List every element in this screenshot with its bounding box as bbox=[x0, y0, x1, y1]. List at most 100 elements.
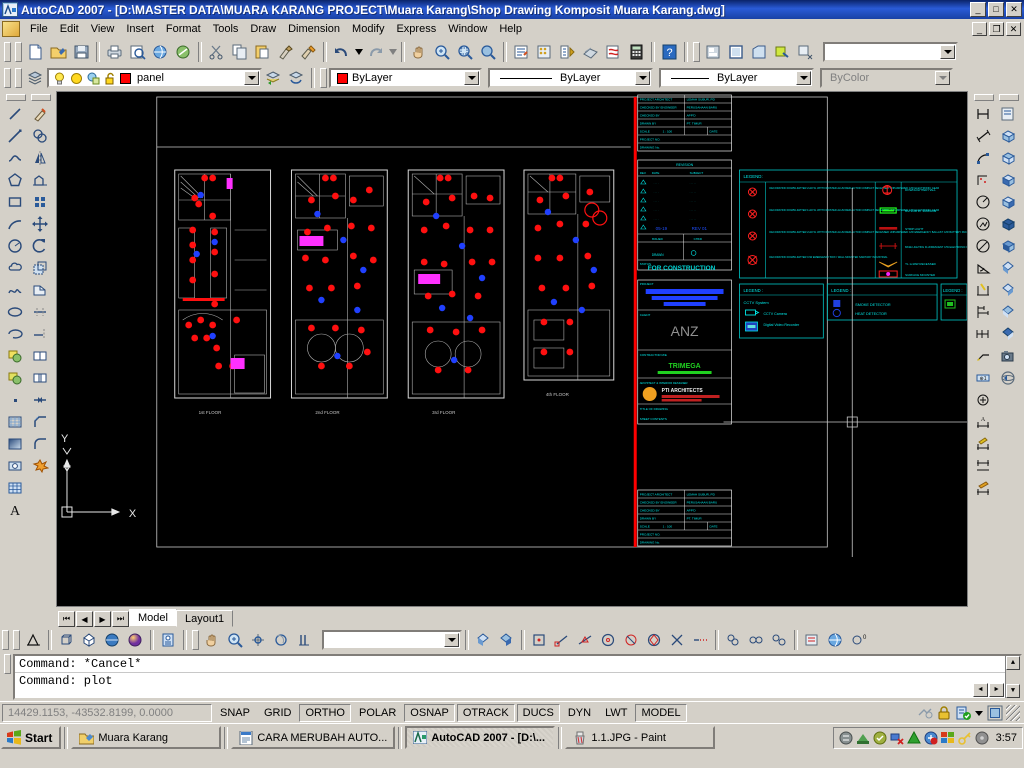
break-at-point-icon[interactable] bbox=[29, 345, 52, 367]
lwt-toggle[interactable]: LWT bbox=[599, 704, 633, 722]
designcenter-icon[interactable] bbox=[533, 41, 556, 63]
scroll-left-button[interactable]: ◄ bbox=[973, 683, 988, 697]
mirror-icon[interactable] bbox=[29, 147, 52, 169]
markup-set-icon[interactable] bbox=[602, 41, 625, 63]
osnap-none-icon[interactable]: 0 bbox=[847, 629, 870, 651]
grid-toggle[interactable]: GRID bbox=[258, 704, 298, 722]
tray-dropdown-icon[interactable] bbox=[974, 705, 984, 721]
toolbar-grip[interactable] bbox=[6, 94, 26, 101]
multiline-text-icon[interactable]: A bbox=[4, 499, 27, 521]
bottom-view-icon[interactable] bbox=[997, 147, 1020, 169]
aligned-dimension-icon[interactable] bbox=[972, 125, 995, 147]
mdi-restore-button[interactable]: ❐ bbox=[989, 22, 1004, 36]
toolbar-lock-icon[interactable] bbox=[955, 705, 971, 721]
flat-shaded-icon[interactable] bbox=[101, 629, 124, 651]
trim-icon[interactable] bbox=[29, 301, 52, 323]
viewport-scale-icon[interactable] bbox=[794, 41, 817, 63]
menu-tools[interactable]: Tools bbox=[207, 21, 245, 37]
polyline-icon[interactable] bbox=[4, 147, 27, 169]
taskbar-clock[interactable]: 3:57 bbox=[996, 732, 1017, 744]
scroll-down-button[interactable]: ▼ bbox=[1006, 684, 1020, 698]
close-button[interactable]: ✕ bbox=[1006, 2, 1022, 17]
erase-icon[interactable] bbox=[29, 103, 52, 125]
right-view-icon[interactable] bbox=[997, 191, 1020, 213]
copy-icon[interactable] bbox=[228, 41, 251, 63]
3d-box-icon[interactable] bbox=[495, 629, 518, 651]
gradient-icon[interactable] bbox=[4, 433, 27, 455]
3d-wireframe-icon[interactable] bbox=[55, 629, 78, 651]
dyn-toggle[interactable]: DYN bbox=[562, 704, 597, 722]
lineweight-combo[interactable]: ByLayer bbox=[659, 68, 814, 88]
menu-draw[interactable]: Draw bbox=[244, 21, 282, 37]
model-toggle[interactable]: MODEL bbox=[635, 704, 686, 722]
resize-grip[interactable] bbox=[1006, 705, 1020, 721]
circle-icon[interactable] bbox=[4, 235, 27, 257]
join-icon[interactable] bbox=[29, 389, 52, 411]
zoom-window-icon[interactable] bbox=[247, 629, 270, 651]
start-button[interactable]: Start bbox=[1, 726, 61, 749]
toolbar-grip[interactable] bbox=[4, 68, 11, 88]
top-view-icon[interactable] bbox=[997, 125, 1020, 147]
command-history[interactable]: Command: *Cancel* Command: plot ▲ ▼ ◄ ► bbox=[13, 654, 1022, 700]
viewport-polygonal-icon[interactable] bbox=[748, 41, 771, 63]
chevron-down-icon[interactable] bbox=[635, 71, 650, 85]
clean-screen-icon[interactable] bbox=[987, 705, 1003, 721]
redo-dropdown-icon[interactable] bbox=[387, 41, 398, 63]
center-snap-icon[interactable] bbox=[597, 629, 620, 651]
taskbar-item-autocad[interactable]: AutoCAD 2007 - [D:\... bbox=[405, 726, 555, 749]
layer-combo[interactable]: panel bbox=[47, 68, 262, 88]
snap-toggle[interactable]: SNAP bbox=[214, 704, 256, 722]
drawing-canvas[interactable]: 1st FLOOR bbox=[56, 91, 968, 607]
back-view-icon[interactable] bbox=[997, 235, 1020, 257]
fillet-icon[interactable] bbox=[29, 433, 52, 455]
color-combo[interactable]: ByLayer bbox=[329, 68, 482, 88]
scale-icon[interactable] bbox=[29, 257, 52, 279]
toolbar-grip[interactable] bbox=[192, 630, 199, 650]
menu-help[interactable]: Help bbox=[493, 21, 528, 37]
linear-dimension-icon[interactable] bbox=[972, 103, 995, 125]
zoom-realtime-icon[interactable] bbox=[224, 629, 247, 651]
scroll-up-button[interactable]: ▲ bbox=[1006, 656, 1020, 670]
publish-icon[interactable] bbox=[149, 41, 172, 63]
menu-file[interactable]: File bbox=[24, 21, 54, 37]
rectangle-icon[interactable] bbox=[4, 191, 27, 213]
taskbar-item-muara-karang[interactable]: Muara Karang bbox=[71, 726, 221, 749]
toolbar-grip[interactable] bbox=[999, 94, 1019, 101]
continue-dimension-icon[interactable] bbox=[972, 323, 995, 345]
osnap-settings-icon[interactable] bbox=[801, 629, 824, 651]
render-icon[interactable] bbox=[157, 629, 180, 651]
help-icon[interactable]: ? bbox=[658, 41, 681, 63]
explode-icon[interactable] bbox=[29, 455, 52, 477]
polygon-icon[interactable] bbox=[4, 169, 27, 191]
block-editor-icon[interactable] bbox=[297, 41, 320, 63]
tangent-snap-icon[interactable] bbox=[768, 629, 791, 651]
ducs-toggle[interactable]: DUCS bbox=[517, 704, 560, 722]
scroll-right-button[interactable]: ► bbox=[989, 683, 1004, 697]
zoom-previous-icon[interactable] bbox=[477, 41, 500, 63]
chevron-down-icon[interactable] bbox=[940, 45, 955, 59]
save-icon[interactable] bbox=[70, 41, 93, 63]
warning-icon[interactable] bbox=[907, 731, 921, 745]
front-view-icon[interactable] bbox=[997, 213, 1020, 235]
table-icon[interactable] bbox=[4, 477, 27, 499]
insertion-snap-icon[interactable] bbox=[722, 629, 745, 651]
se-isometric-icon[interactable] bbox=[997, 279, 1020, 301]
tab-last-button[interactable]: ⏭ bbox=[112, 611, 129, 627]
command-hscroll[interactable]: ◄ ► bbox=[973, 683, 1004, 697]
quickcalc-icon[interactable] bbox=[625, 41, 648, 63]
menu-edit[interactable]: Edit bbox=[54, 21, 85, 37]
node-snap-icon[interactable] bbox=[620, 629, 643, 651]
layer-make-current-icon[interactable] bbox=[262, 67, 285, 89]
cut-icon[interactable] bbox=[205, 41, 228, 63]
toolbar-grip[interactable] bbox=[31, 94, 51, 101]
otrack-toggle[interactable]: OTRACK bbox=[457, 704, 515, 722]
new-icon[interactable] bbox=[24, 41, 47, 63]
move-icon[interactable] bbox=[29, 213, 52, 235]
hidden-icon[interactable] bbox=[78, 629, 101, 651]
array-icon[interactable] bbox=[29, 191, 52, 213]
network-error-icon[interactable] bbox=[890, 731, 904, 745]
toolbar-grip[interactable] bbox=[15, 42, 22, 62]
offset-icon[interactable] bbox=[29, 169, 52, 191]
tab-first-button[interactable]: ⏮ bbox=[58, 611, 75, 627]
tab-layout1[interactable]: Layout1 bbox=[176, 610, 233, 627]
